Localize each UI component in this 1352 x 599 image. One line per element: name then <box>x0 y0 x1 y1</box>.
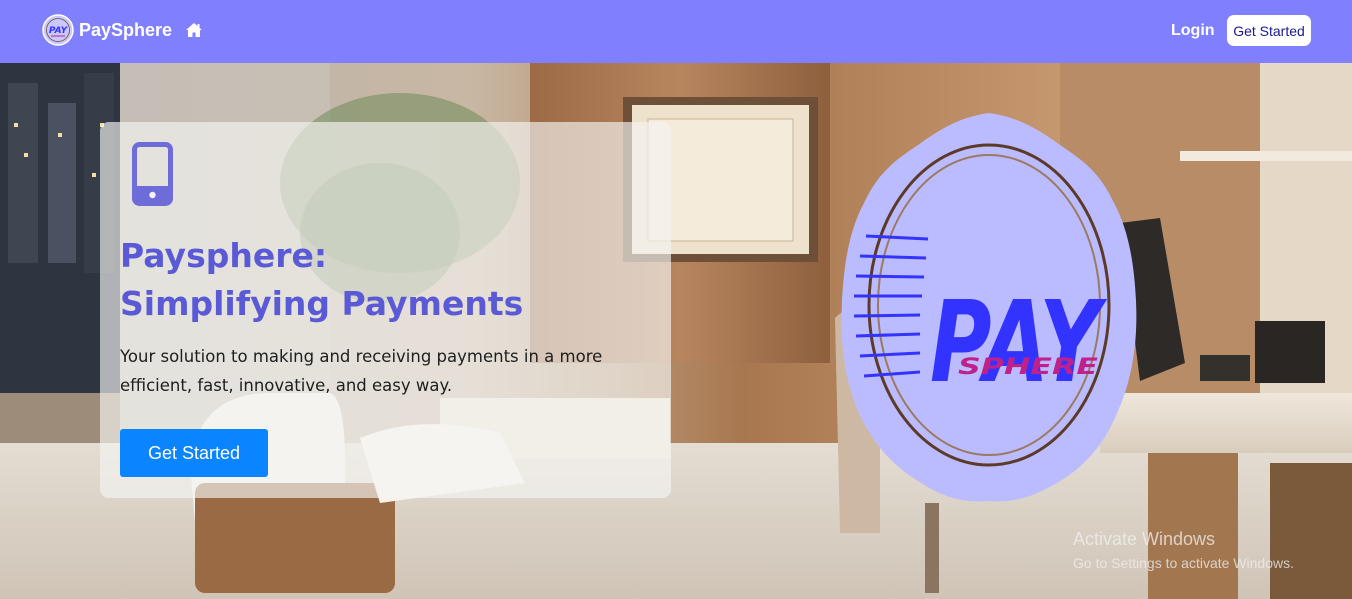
home-icon[interactable] <box>185 22 203 38</box>
nav-get-started-button[interactable]: Get Started <box>1227 15 1311 46</box>
badge-word-pay: PAY <box>930 278 1107 408</box>
hero-section: Paysphere: Simplifying Payments Your sol… <box>0 63 1352 599</box>
login-link[interactable]: Login <box>1171 22 1215 40</box>
brand-name: PaySphere <box>79 19 173 40</box>
brand[interactable]: PAY PaySphere <box>42 14 203 46</box>
mobile-phone-icon <box>132 142 173 206</box>
top-navbar: PAY PaySphere Login Get Started <box>0 0 1352 63</box>
watermark-title: Activate Windows <box>1073 529 1216 549</box>
activate-windows-watermark: Activate Windows Go to Settings to activ… <box>1073 529 1294 571</box>
hero-title: Paysphere: Simplifying Payments <box>120 232 640 328</box>
svg-text:PAY: PAY <box>49 26 69 36</box>
hero-title-line-2: Simplifying Payments <box>120 284 524 323</box>
hero-get-started-button[interactable]: Get Started <box>120 429 268 477</box>
watermark-subtitle: Go to Settings to activate Windows. <box>1073 555 1294 571</box>
hero-subtitle: Your solution to making and receiving pa… <box>120 347 603 395</box>
paysphere-badge-logo: PAY SPHERE <box>841 113 1137 502</box>
hero-card: Paysphere: Simplifying Payments Your sol… <box>100 122 671 498</box>
hero-title-line-1: Paysphere: <box>120 236 328 275</box>
paysphere-logo-icon: PAY <box>42 14 74 46</box>
badge-word-sphere: SPHERE <box>958 355 1098 380</box>
